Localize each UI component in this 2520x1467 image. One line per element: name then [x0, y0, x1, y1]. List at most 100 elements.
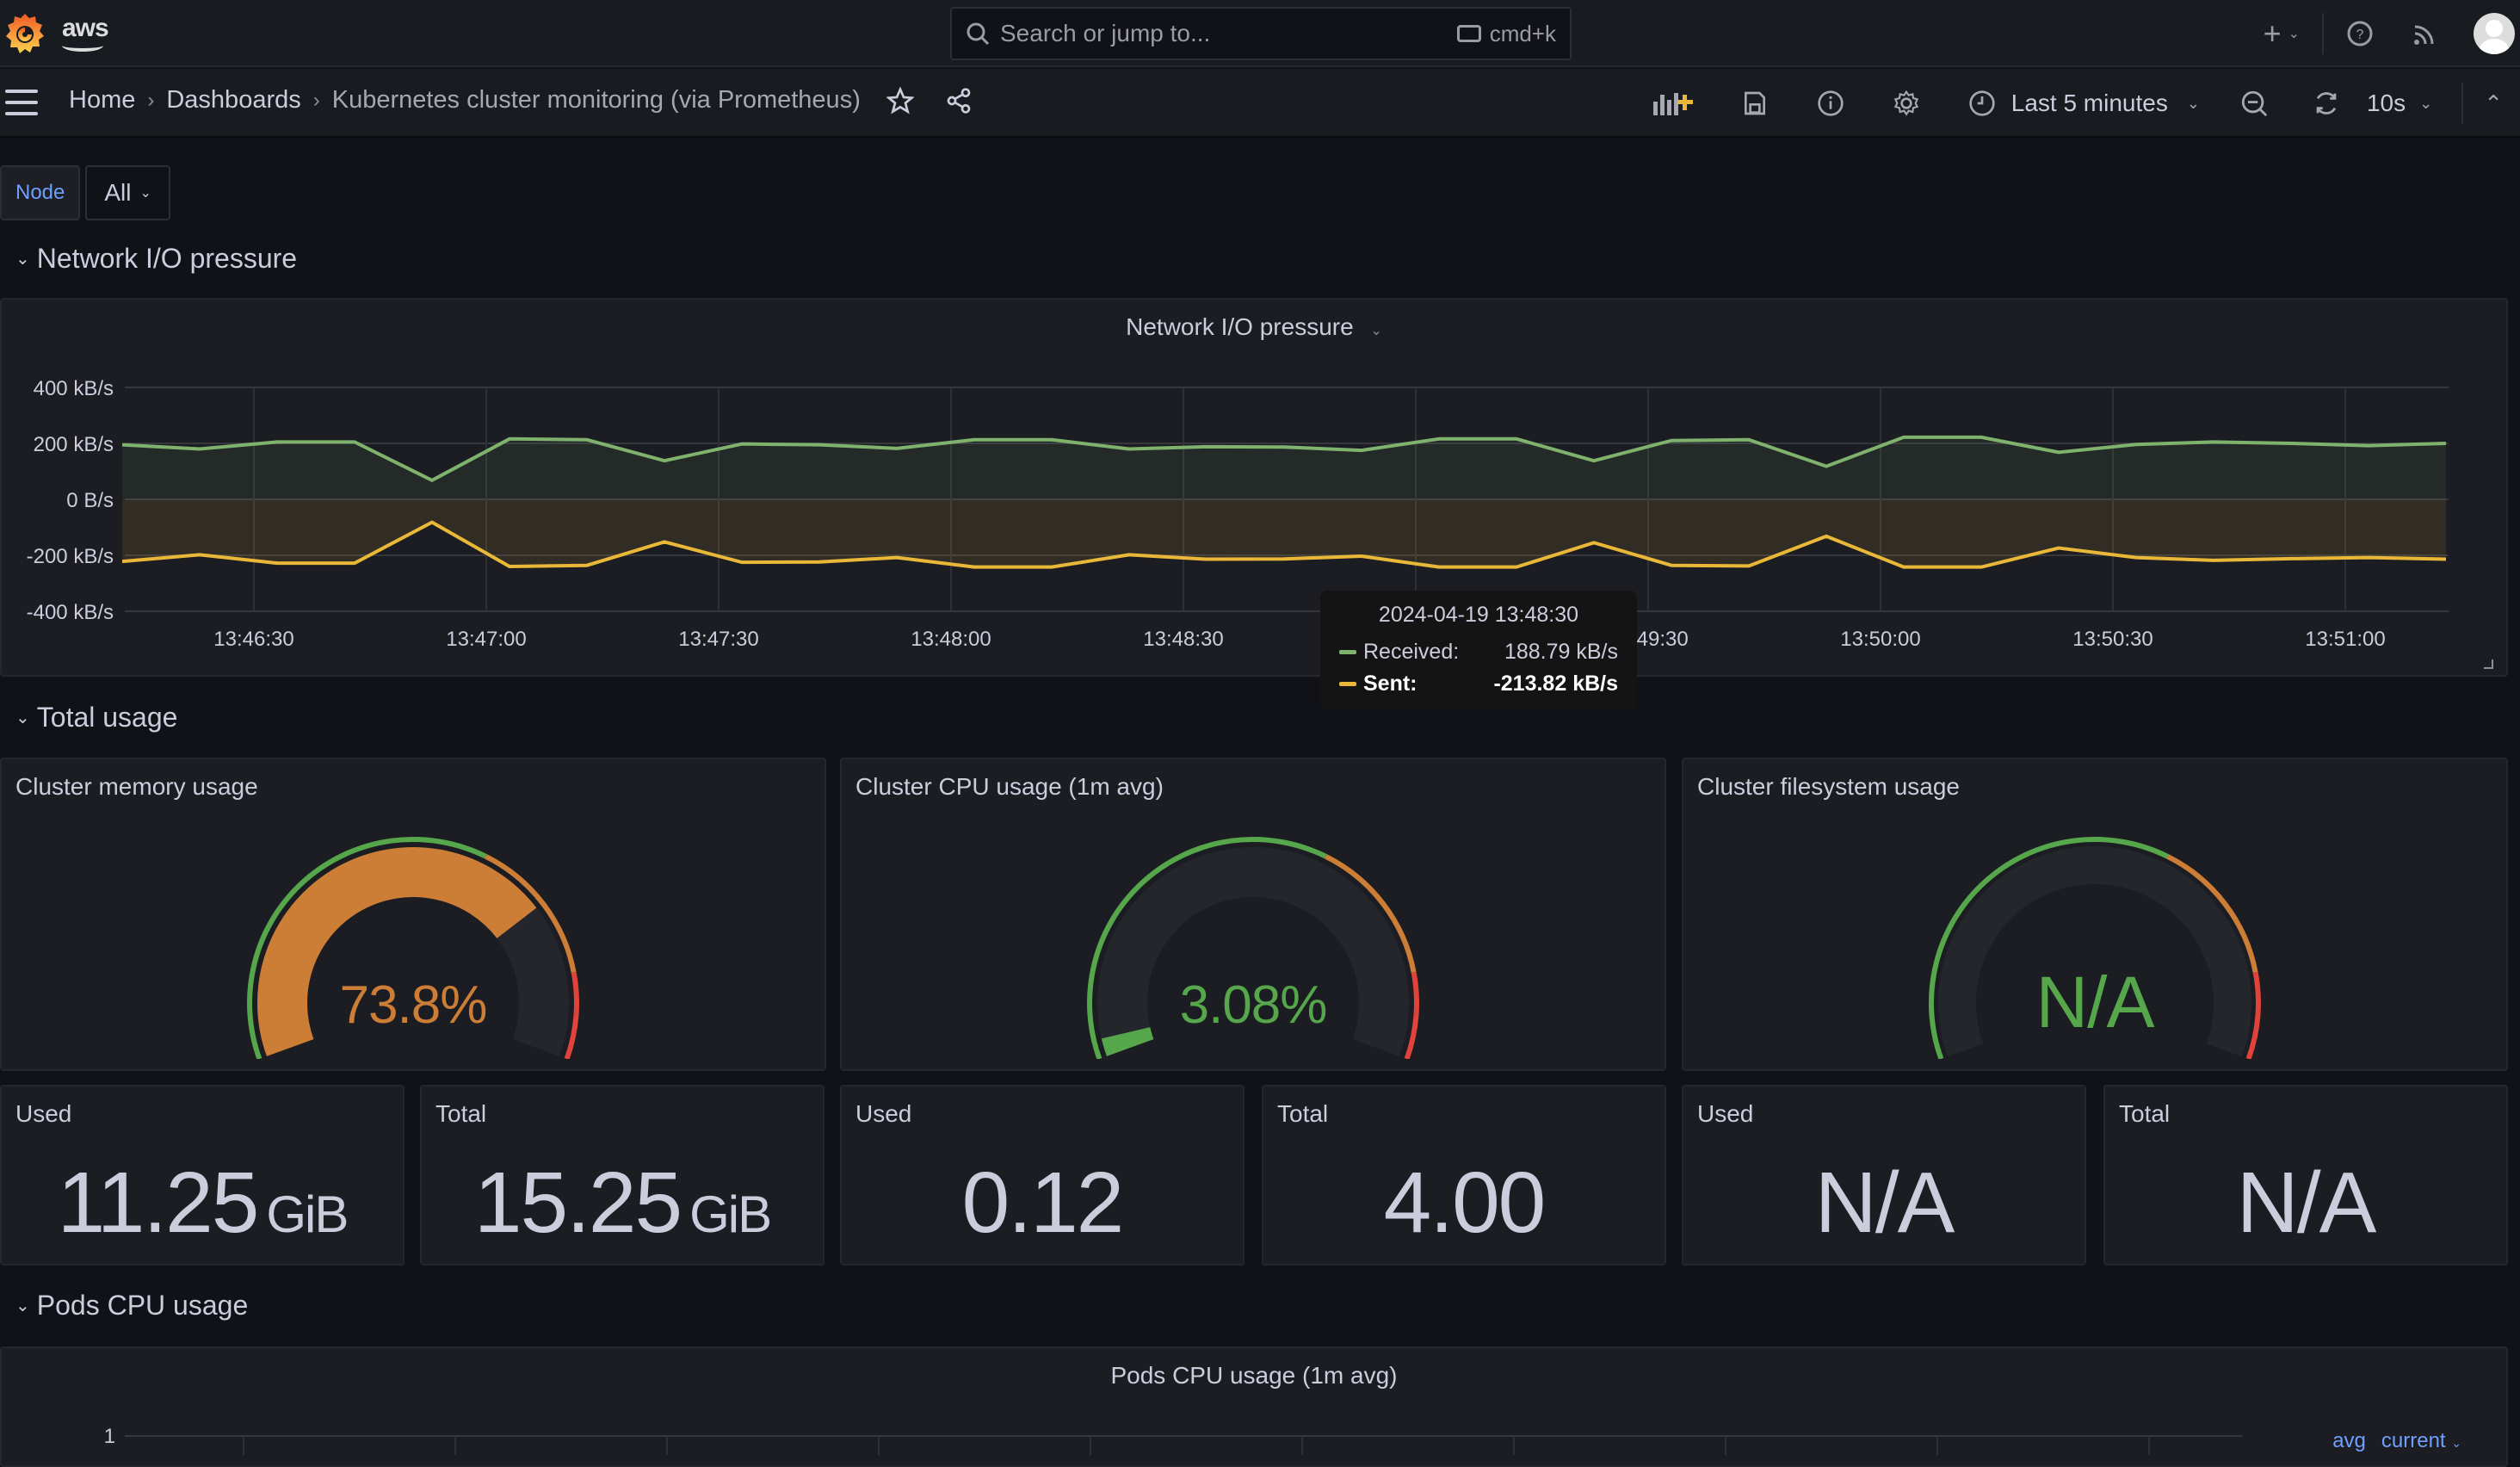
star-icon[interactable] — [886, 86, 914, 115]
refresh-interval-label: 10s — [2366, 90, 2406, 116]
x-tick-label: 13:48:30 — [1143, 628, 1223, 651]
aws-brand: aws — [62, 14, 109, 42]
y-tick-label: -400 kB/s — [27, 601, 114, 624]
breadcrumb-current: Kubernetes cluster monitoring (via Prome… — [331, 86, 861, 114]
add-panel-icon[interactable] — [1652, 90, 1696, 117]
chevron-down-icon: ⌄ — [15, 250, 30, 269]
stat-panel-memory-total: Total 15.25 GiB — [420, 1085, 825, 1266]
stat-panel-fs-used: Used N/A — [1682, 1085, 2086, 1266]
stat-value: 0.12 — [961, 1154, 1125, 1251]
tooltip-row-received: Received: 188.79 kB/s — [1339, 640, 1618, 665]
y-tick-label: 1 — [104, 1425, 115, 1448]
panel-title[interactable]: Used — [1697, 1100, 1753, 1128]
row-network-io[interactable]: ⌄ Network I/O pressure — [15, 243, 297, 275]
chevron-down-icon: ⌄ — [139, 186, 151, 201]
stat-unit: GiB — [266, 1185, 349, 1243]
tooltip-series-name: Sent: — [1363, 672, 1418, 696]
news-icon[interactable] — [2412, 20, 2439, 47]
pods-cpu-chart: 1 — [104, 1425, 2242, 1455]
series-area-sent — [122, 499, 2446, 567]
panel-title[interactable]: Used — [15, 1100, 71, 1128]
chevron-down-icon: ⌄ — [2451, 1436, 2461, 1450]
gauge-value: 73.8% — [339, 975, 488, 1035]
stat-number: 11.25 — [57, 1154, 260, 1251]
search-icon — [967, 22, 990, 46]
chevron-down-icon: ⌄ — [15, 709, 30, 727]
stat-value: N/A — [1814, 1154, 1955, 1251]
breadcrumb: Home › Dashboards › Kubernetes cluster m… — [69, 86, 973, 115]
chevron-down-icon: ⌄ — [2186, 94, 2200, 112]
settings-icon[interactable] — [1893, 90, 1920, 117]
tooltip-series-value: -213.82 kB/s — [1493, 672, 1618, 696]
received-swatch-icon — [1339, 650, 1356, 654]
variables-bar: Node All ⌄ — [0, 165, 170, 220]
node-variable-select[interactable]: All ⌄ — [85, 165, 170, 220]
panel-title[interactable]: Cluster CPU usage (1m avg) — [855, 773, 1164, 801]
network-io-chart[interactable]: 400 kB/s 200 kB/s 0 B/s -200 kB/s -400 kB/s 1… — [0, 298, 2508, 677]
clock-icon — [1969, 90, 1995, 116]
legend-avg-column[interactable]: avg — [2332, 1429, 2366, 1453]
stat-unit: GiB — [689, 1185, 772, 1243]
panel-title[interactable]: Total — [1277, 1100, 1328, 1128]
avatar[interactable] — [2474, 13, 2515, 54]
plus-icon[interactable]: + — [2264, 15, 2282, 52]
gauge-value: 3.08% — [1179, 975, 1328, 1035]
gauge-value: N/A — [2035, 962, 2154, 1043]
grafana-logo[interactable] — [5, 12, 45, 57]
breadcrumb-home[interactable]: Home — [69, 86, 135, 115]
breadcrumb-dashboards[interactable]: Dashboards — [166, 86, 300, 115]
help-icon[interactable]: ? — [2346, 20, 2374, 47]
y-tick-label: -200 kB/s — [27, 545, 114, 568]
panel-title[interactable]: Pods CPU usage (1m avg) — [2, 1362, 2506, 1390]
divider — [2322, 13, 2324, 54]
stat-value: 11.25 GiB — [2, 1154, 403, 1253]
zoom-out-icon[interactable] — [2239, 89, 2269, 118]
chevron-down-icon: ⌄ — [2419, 94, 2433, 112]
time-range-picker[interactable]: Last 5 minutes ⌄ — [1968, 90, 2200, 117]
share-icon[interactable] — [945, 87, 973, 115]
row-title: Pods CPU usage — [36, 1290, 249, 1321]
search-shortcut: cmd+k — [1489, 20, 1556, 46]
tooltip-row-sent: Sent: -213.82 kB/s — [1339, 672, 1618, 696]
panel-title[interactable]: Cluster filesystem usage — [1697, 773, 1960, 801]
tooltip-time: 2024-04-19 13:48:30 — [1378, 603, 1579, 627]
collapse-icon[interactable]: ⌃ — [2484, 90, 2503, 117]
panel-title[interactable]: Total — [435, 1100, 486, 1128]
row-total-usage[interactable]: ⌄ Total usage — [15, 702, 177, 734]
y-tick-label: 200 kB/s — [34, 433, 114, 456]
panel-title[interactable]: Used — [855, 1100, 911, 1128]
refresh-icon[interactable] — [2312, 89, 2341, 118]
sent-swatch-icon — [1339, 682, 1356, 686]
x-tick-label: 13:51:00 — [2305, 628, 2385, 651]
stat-value: 4.00 — [1383, 1154, 1547, 1251]
x-tick-label: 13:50:30 — [2072, 628, 2152, 651]
refresh-interval-picker[interactable]: 10s ⌄ — [2367, 90, 2432, 117]
search-placeholder: Search or jump to... — [1000, 20, 1211, 46]
breadcrumb-separator: › — [312, 88, 320, 112]
stat-panel-cpu-total: Total 4.00 — [1262, 1085, 1666, 1266]
chevron-down-icon[interactable]: ⌄ — [2288, 25, 2300, 42]
top-bar: aws Search or jump to... cmd+k + ⌄ ? — [0, 0, 2520, 67]
stat-panel-memory-used: Used 11.25 GiB — [0, 1085, 405, 1266]
tooltip-series-name: Received: — [1363, 640, 1460, 664]
row-pods-cpu[interactable]: ⌄ Pods CPU usage — [15, 1290, 248, 1322]
legend-current-label: current — [2381, 1429, 2446, 1452]
tooltip-series-value: 188.79 kB/s — [1504, 640, 1618, 664]
row-title: Network I/O pressure — [36, 243, 298, 274]
legend-current-column[interactable]: current ⌄ — [2381, 1429, 2461, 1453]
search-input[interactable]: Search or jump to... cmd+k — [950, 7, 1572, 60]
row-title: Total usage — [36, 702, 178, 733]
x-tick-label: 13:47:30 — [678, 628, 758, 651]
menu-icon[interactable] — [5, 90, 38, 115]
x-tick-label: 13:50:00 — [1840, 628, 1920, 651]
panel-title[interactable]: Cluster memory usage — [15, 773, 258, 801]
stat-panel-cpu-used: Used 0.12 — [840, 1085, 1245, 1266]
divider — [2461, 83, 2464, 124]
stat-value: 15.25 GiB — [422, 1154, 823, 1253]
save-icon[interactable] — [1741, 90, 1769, 117]
panel-title[interactable]: Total — [2119, 1100, 2170, 1128]
node-variable-label: Node — [0, 165, 81, 220]
legend-options: avg current ⌄ — [2332, 1429, 2461, 1453]
info-icon[interactable] — [1817, 90, 1844, 117]
x-tick-label: 13:48:00 — [911, 628, 991, 651]
